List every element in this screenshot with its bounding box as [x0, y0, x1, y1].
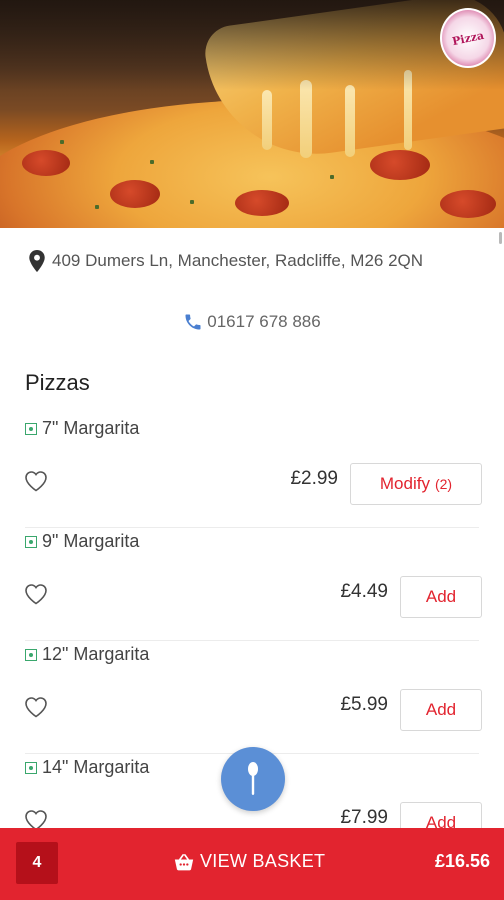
- restaurant-logo: Pizza: [440, 8, 496, 68]
- menu-item-price: £2.99: [290, 468, 338, 489]
- view-basket-bar[interactable]: 4 VIEW BASKET £16.56: [0, 828, 504, 900]
- phone-row[interactable]: 01617 678 886: [0, 312, 504, 332]
- add-button[interactable]: Add: [400, 689, 482, 731]
- cheese-strand: [345, 85, 355, 157]
- modify-button-label: Modify: [379, 474, 430, 493]
- pepperoni: [110, 180, 160, 208]
- veg-indicator-icon: [25, 423, 37, 435]
- pepperoni: [235, 190, 289, 216]
- menu-item: 9" Margarita £4.49 Add: [0, 528, 504, 641]
- scrollbar-thumb[interactable]: [499, 232, 502, 244]
- cheese-strand: [262, 90, 272, 150]
- address-text: 409 Dumers Ln, Manchester, Radcliffe, M2…: [52, 251, 424, 270]
- basket-icon: [174, 853, 194, 870]
- heart-icon[interactable]: [24, 696, 48, 718]
- pepperoni: [22, 150, 70, 176]
- veg-indicator-icon: [25, 536, 37, 548]
- basket-count-badge: 4: [16, 842, 58, 884]
- veg-indicator-icon: [25, 762, 37, 774]
- phone-number[interactable]: 01617 678 886: [207, 312, 320, 332]
- view-basket-label: VIEW BASKET: [200, 851, 326, 871]
- herb: [95, 205, 99, 209]
- hero-image: Pizza: [0, 0, 504, 228]
- herb: [60, 140, 64, 144]
- menu-item-price: £5.99: [340, 694, 388, 715]
- basket-total: £16.56: [434, 851, 490, 871]
- menu-item-name: 7" Margarita: [42, 418, 140, 438]
- pepperoni: [370, 150, 430, 180]
- veg-indicator-icon: [25, 649, 37, 661]
- herb: [150, 160, 154, 164]
- menu-fab-button[interactable]: [221, 747, 285, 811]
- heart-icon[interactable]: [24, 583, 48, 605]
- pepperoni: [440, 190, 496, 218]
- spoon-icon: [248, 762, 258, 795]
- view-basket-button[interactable]: VIEW BASKET: [174, 851, 325, 872]
- section-title: Pizzas: [25, 370, 90, 395]
- modify-count: (2): [434, 476, 453, 492]
- herb: [330, 175, 334, 179]
- menu-item: 12" Margarita £5.99 Add: [0, 641, 504, 754]
- hero-shadow: [0, 0, 504, 90]
- menu-item: 7" Margarita £2.99 Modify (2): [0, 415, 504, 528]
- cheese-strand: [300, 80, 312, 158]
- add-button[interactable]: Add: [400, 576, 482, 618]
- menu-item-name: 9" Margarita: [42, 531, 140, 551]
- menu-item-price: £4.49: [340, 581, 388, 602]
- menu-item-name: 14" Margarita: [42, 757, 150, 777]
- menu-item-name: 12" Margarita: [42, 644, 150, 664]
- address-row: 409 Dumers Ln, Manchester, Radcliffe, M2…: [28, 250, 488, 272]
- herb: [190, 200, 194, 204]
- modify-button[interactable]: Modify (2): [350, 463, 482, 505]
- phone-icon: [185, 314, 201, 330]
- menu-item-price: £7.99: [340, 807, 388, 828]
- logo-text: Pizza: [450, 28, 486, 48]
- heart-icon[interactable]: [24, 470, 48, 492]
- map-pin-icon: [29, 250, 45, 272]
